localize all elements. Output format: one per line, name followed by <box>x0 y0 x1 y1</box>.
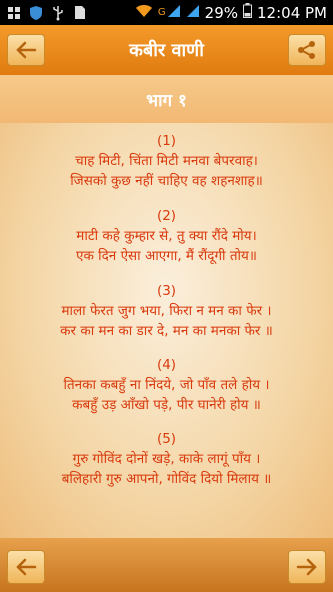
section-title: भाग १ <box>146 90 187 111</box>
verse-item: (1) चाह मिटी, चिंता मिटी मनवा बेपरवाह। ज… <box>0 131 333 191</box>
battery-percent: 29% <box>204 3 239 22</box>
verse-line: एक दिन ऐसा आएगा, मैं रौंदूगी तोय॥ <box>76 248 257 264</box>
verse-line: माला फेरत जुग भया, फिरा न मन का फेर । <box>61 303 272 319</box>
verse-content: (1) चाह मिटी, चिंता मिटी मनवा बेपरवाह। ज… <box>0 123 333 538</box>
section-header: भाग १ <box>0 75 333 123</box>
wifi-icon <box>135 4 153 22</box>
arrow-left-icon <box>16 558 37 576</box>
verse-number: (3) <box>156 283 177 299</box>
back-button[interactable] <box>7 34 45 66</box>
share-button[interactable] <box>288 34 326 66</box>
signal-icon <box>167 4 181 22</box>
verse-line: कबहुँ उड़ आँखो पड़े, पीर घानेरी होय ॥ <box>72 397 261 413</box>
shield-icon <box>28 5 44 20</box>
verse-line: तिनका कबहुँ ना निंदये, जो पाँव तले होय । <box>63 377 270 393</box>
verse-number: (2) <box>156 208 177 224</box>
verse-line: बलिहारी गुरु आपनो, गोविंद दियो मिलाय ॥ <box>61 471 272 487</box>
verse-line: जिसको कुछ नहीं चाहिए वह शहनशाह॥ <box>70 173 263 189</box>
clock: 12:04 PM <box>257 3 327 22</box>
battery-icon <box>243 3 253 22</box>
app-bar: कबीर वाणी <box>0 25 333 75</box>
verse-number: (1) <box>156 133 177 149</box>
arrow-right-icon <box>296 558 317 576</box>
verse-item: (2) माटी कहे कुम्हार से, तु क्या रौंदे म… <box>0 206 333 266</box>
verse-line: माटी कहे कुम्हार से, तु क्या रौंदे मोय। <box>76 228 257 244</box>
verse-line: कर का मन का डार दे, मन का मनका फेर ॥ <box>60 323 273 339</box>
app-title: कबीर वाणी <box>129 40 204 61</box>
arrow-left-icon <box>16 41 37 59</box>
verse-number: (5) <box>156 431 177 447</box>
status-bar: G 29% 12:04 PM <box>0 0 333 25</box>
previous-button[interactable] <box>7 550 45 584</box>
network-type-label: G <box>157 7 166 18</box>
usb-icon <box>50 5 66 20</box>
verse-item: (4) तिनका कबहुँ ना निंदये, जो पाँव तले ह… <box>0 355 333 415</box>
verse-item: (3) माला फेरत जुग भया, फिरा न मन का फेर … <box>0 281 333 341</box>
verse-line: चाह मिटी, चिंता मिटी मनवा बेपरवाह। <box>75 153 258 169</box>
share-icon <box>298 41 315 59</box>
verse-item: (5) गुरु गोविंद दोनों खड़े, काके लागूं प… <box>0 429 333 489</box>
verse-number: (4) <box>156 357 177 373</box>
grid-app-icon <box>6 6 22 20</box>
verse-line: गुरु गोविंद दोनों खड़े, काके लागूं पाँय … <box>72 451 261 467</box>
signal-icon-2 <box>186 4 200 22</box>
sd-card-icon <box>72 6 88 20</box>
bottom-nav-bar <box>0 538 333 592</box>
next-button[interactable] <box>288 550 326 584</box>
